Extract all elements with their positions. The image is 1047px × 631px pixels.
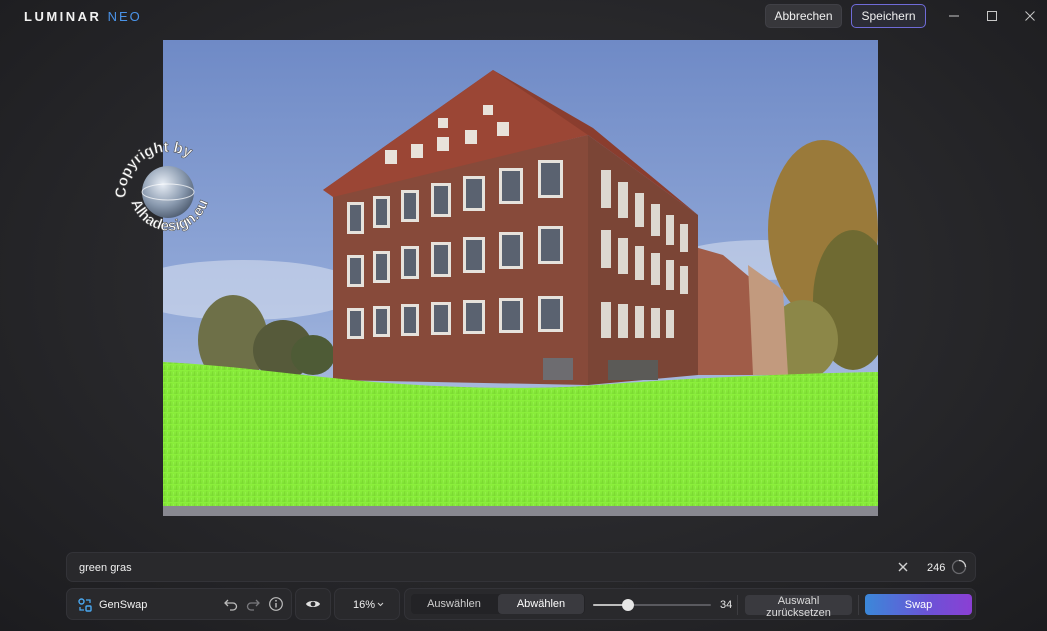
photo-canvas[interactable] bbox=[163, 40, 878, 516]
swap-button[interactable]: Swap bbox=[865, 594, 972, 615]
chevron-down-icon bbox=[377, 602, 384, 607]
title-bar: LUMINAR NEO Abbrechen Speichern bbox=[0, 0, 1047, 34]
maximize-icon[interactable] bbox=[983, 7, 1001, 25]
tool-panel: GenSwap bbox=[66, 588, 292, 620]
building-photo bbox=[163, 40, 878, 516]
preview-panel bbox=[295, 588, 331, 620]
info-icon[interactable] bbox=[268, 596, 284, 612]
zoom-dropdown[interactable]: 16% bbox=[353, 599, 375, 611]
brush-size-handle[interactable] bbox=[622, 599, 635, 611]
reset-selection-button[interactable]: Auswahl zurücksetzen bbox=[745, 595, 852, 619]
logo-accent: NEO bbox=[107, 9, 142, 24]
mode-segmented-control: Auswählen Abwählen bbox=[411, 594, 585, 614]
character-count: 246 bbox=[927, 562, 946, 574]
deselect-mode-tab[interactable]: Abwählen bbox=[498, 594, 584, 614]
eye-icon[interactable] bbox=[305, 596, 321, 612]
cancel-button[interactable]: Abbrechen bbox=[765, 4, 842, 28]
redo-icon[interactable] bbox=[245, 596, 261, 612]
save-button[interactable]: Speichern bbox=[851, 4, 926, 28]
close-icon[interactable] bbox=[1021, 7, 1039, 25]
select-mode-tab[interactable]: Auswählen bbox=[411, 594, 497, 614]
minimize-icon[interactable] bbox=[945, 7, 963, 25]
logo-text: LUMINAR bbox=[24, 9, 102, 24]
divider bbox=[858, 595, 859, 615]
selection-panel: Auswählen Abwählen 34 Auswahl zurücksetz… bbox=[404, 588, 976, 620]
tool-name: GenSwap bbox=[99, 599, 148, 611]
progress-ring-icon bbox=[951, 559, 967, 575]
clear-icon[interactable] bbox=[895, 559, 911, 575]
copyright-watermark: Copyright by Alhadesign.eu bbox=[108, 138, 228, 242]
genswap-icon bbox=[78, 598, 92, 612]
prompt-input[interactable]: green gras bbox=[79, 562, 132, 574]
zoom-panel[interactable]: 16% bbox=[334, 588, 400, 620]
prompt-bar: green gras 246 bbox=[66, 552, 976, 582]
undo-icon[interactable] bbox=[223, 596, 239, 612]
app-logo: LUMINAR NEO bbox=[24, 9, 142, 24]
divider bbox=[737, 595, 738, 615]
brush-size-value: 34 bbox=[720, 599, 733, 611]
